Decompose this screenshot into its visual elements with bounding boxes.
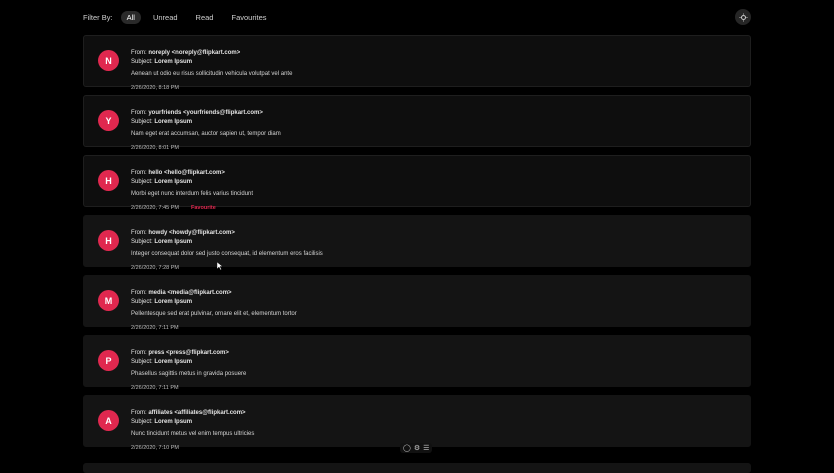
email-meta: From: yourfriends <yourfriends@flipkart.… bbox=[131, 109, 263, 126]
email-meta: From: noreply <noreply@flipkart.com> Subj… bbox=[131, 49, 240, 66]
from-line: From: media <media@flipkart.com> bbox=[131, 290, 232, 296]
email-preview: Pellentesque sed erat pulvinar, ornare e… bbox=[131, 311, 297, 317]
email-date: 2/26/2020, 8:18 PM bbox=[131, 85, 180, 91]
sender: affiliates <affiliates@flipkart.com> bbox=[148, 410, 246, 416]
settings-icon[interactable]: ⚙ bbox=[414, 444, 420, 452]
email-date: 2/26/2020, 7:28 PM bbox=[131, 265, 180, 271]
email-preview: Nam eget erat accumsan, auctor sapien ut… bbox=[131, 131, 281, 137]
subject: Lorem Ipsum bbox=[154, 238, 193, 245]
mouse-cursor-icon bbox=[217, 262, 223, 270]
email-date: 2/26/2020, 8:01 PM bbox=[131, 145, 180, 151]
email-preview: Morbi eget nunc interdum felis varius ti… bbox=[131, 191, 254, 197]
from-line: From: press <press@flipkart.com> bbox=[131, 350, 229, 356]
avatar: P bbox=[98, 350, 119, 371]
filter-label: Filter By: bbox=[83, 12, 113, 22]
email-preview: Nunc tincidunt metus vel enim tempus ult… bbox=[131, 431, 255, 437]
avatar: Y bbox=[98, 110, 119, 131]
filter-unread[interactable]: Unread bbox=[147, 11, 184, 24]
email-card[interactable]: H From: howdy <howdy@flipkart.com> Subject… bbox=[83, 215, 751, 271]
email-preview: Phasellus sagittis metus in gravida posu… bbox=[131, 371, 247, 377]
sender: howdy <howdy@flipkart.com> bbox=[148, 230, 235, 236]
subject-line: Subject: Lorem Ipsum bbox=[131, 58, 193, 65]
from-line: From: yourfriends <yourfriends@flipkart.… bbox=[131, 110, 263, 116]
email-meta: From: hello <hello@flipkart.com> Subject:… bbox=[131, 169, 225, 186]
theme-toggle-button[interactable] bbox=[735, 9, 751, 25]
sender: hello <hello@flipkart.com> bbox=[148, 170, 225, 176]
sender: media <media@flipkart.com> bbox=[148, 290, 232, 296]
avatar: H bbox=[98, 230, 119, 251]
from-line: From: affiliates <affiliates@flipkart.co… bbox=[131, 410, 246, 416]
sender: noreply <noreply@flipkart.com> bbox=[148, 50, 241, 56]
email-card-partial[interactable] bbox=[83, 463, 751, 473]
email-card[interactable]: H From: hello <hello@flipkart.com> Subject… bbox=[83, 155, 751, 211]
filter-bar: Filter By: All Unread Read Favourites bbox=[83, 9, 751, 25]
from-line: From: hello <hello@flipkart.com> bbox=[131, 170, 225, 176]
email-date: 2/26/2020, 7:11 PM bbox=[131, 385, 179, 391]
favourite-badge: Favourite bbox=[191, 205, 216, 211]
subject-line: Subject: Lorem Ipsum bbox=[131, 298, 193, 305]
filter-all[interactable]: All bbox=[120, 10, 141, 24]
subject-line: Subject: Lorem Ipsum bbox=[131, 358, 193, 365]
subject: Lorem Ipsum bbox=[154, 358, 193, 365]
subject: Lorem Ipsum bbox=[154, 418, 193, 425]
subject-line: Subject: Lorem Ipsum bbox=[131, 238, 193, 245]
subject-line: Subject: Lorem Ipsum bbox=[131, 418, 193, 425]
email-date: 2/26/2020, 7:45 PM Favourite bbox=[131, 205, 216, 211]
filter-read[interactable]: Read bbox=[190, 11, 220, 24]
subject: Lorem Ipsum bbox=[154, 298, 193, 305]
subject: Lorem Ipsum bbox=[154, 178, 193, 185]
email-date: 2/26/2020, 7:11 PM bbox=[131, 325, 179, 331]
email-card[interactable]: M From: media <media@flipkart.com> Subject… bbox=[83, 275, 751, 331]
avatar: N bbox=[98, 50, 119, 71]
filter-favourites[interactable]: Favourites bbox=[225, 11, 272, 24]
avatar: H bbox=[98, 170, 119, 191]
email-meta: From: affiliates <affiliates@flipkart.co… bbox=[131, 409, 246, 426]
from-line: From: noreply <noreply@flipkart.com> bbox=[131, 50, 241, 56]
email-date: 2/26/2020, 7:10 PM bbox=[131, 445, 180, 451]
subject: Lorem Ipsum bbox=[154, 58, 193, 65]
sender: yourfriends <yourfriends@flipkart.com> bbox=[148, 110, 263, 116]
email-card[interactable]: Y From: yourfriends <yourfriends@flipkart… bbox=[83, 95, 751, 151]
email-preview: Aenean ut odio eu risus sollicitudin veh… bbox=[131, 71, 293, 77]
subject: Lorem Ipsum bbox=[154, 118, 193, 125]
email-meta: From: media <media@flipkart.com> Subject:… bbox=[131, 289, 232, 306]
subject-line: Subject: Lorem Ipsum bbox=[131, 178, 193, 185]
email-card[interactable]: A From: affiliates <affiliates@flipkart.c… bbox=[83, 395, 751, 451]
avatar: A bbox=[98, 410, 119, 431]
chat-icon[interactable]: ◯ bbox=[403, 444, 411, 452]
floating-toolbar: ◯ ⚙ ☰ bbox=[400, 443, 433, 453]
menu-icon[interactable]: ☰ bbox=[423, 444, 429, 452]
email-card[interactable]: N From: noreply <noreply@flipkart.com> Sub… bbox=[83, 35, 751, 91]
avatar: M bbox=[98, 290, 119, 311]
email-meta: From: howdy <howdy@flipkart.com> Subject:… bbox=[131, 229, 235, 246]
email-list: N From: noreply <noreply@flipkart.com> Sub… bbox=[83, 35, 751, 455]
email-preview: Integer consequat dolor sed justo conseq… bbox=[131, 251, 323, 257]
subject-line: Subject: Lorem Ipsum bbox=[131, 118, 193, 125]
email-card[interactable]: P From: press <press@flipkart.com> Subject… bbox=[83, 335, 751, 391]
email-meta: From: press <press@flipkart.com> Subject:… bbox=[131, 349, 229, 366]
from-line: From: howdy <howdy@flipkart.com> bbox=[131, 230, 235, 236]
sender: press <press@flipkart.com> bbox=[148, 350, 229, 356]
theme-toggle-icon bbox=[738, 12, 748, 22]
